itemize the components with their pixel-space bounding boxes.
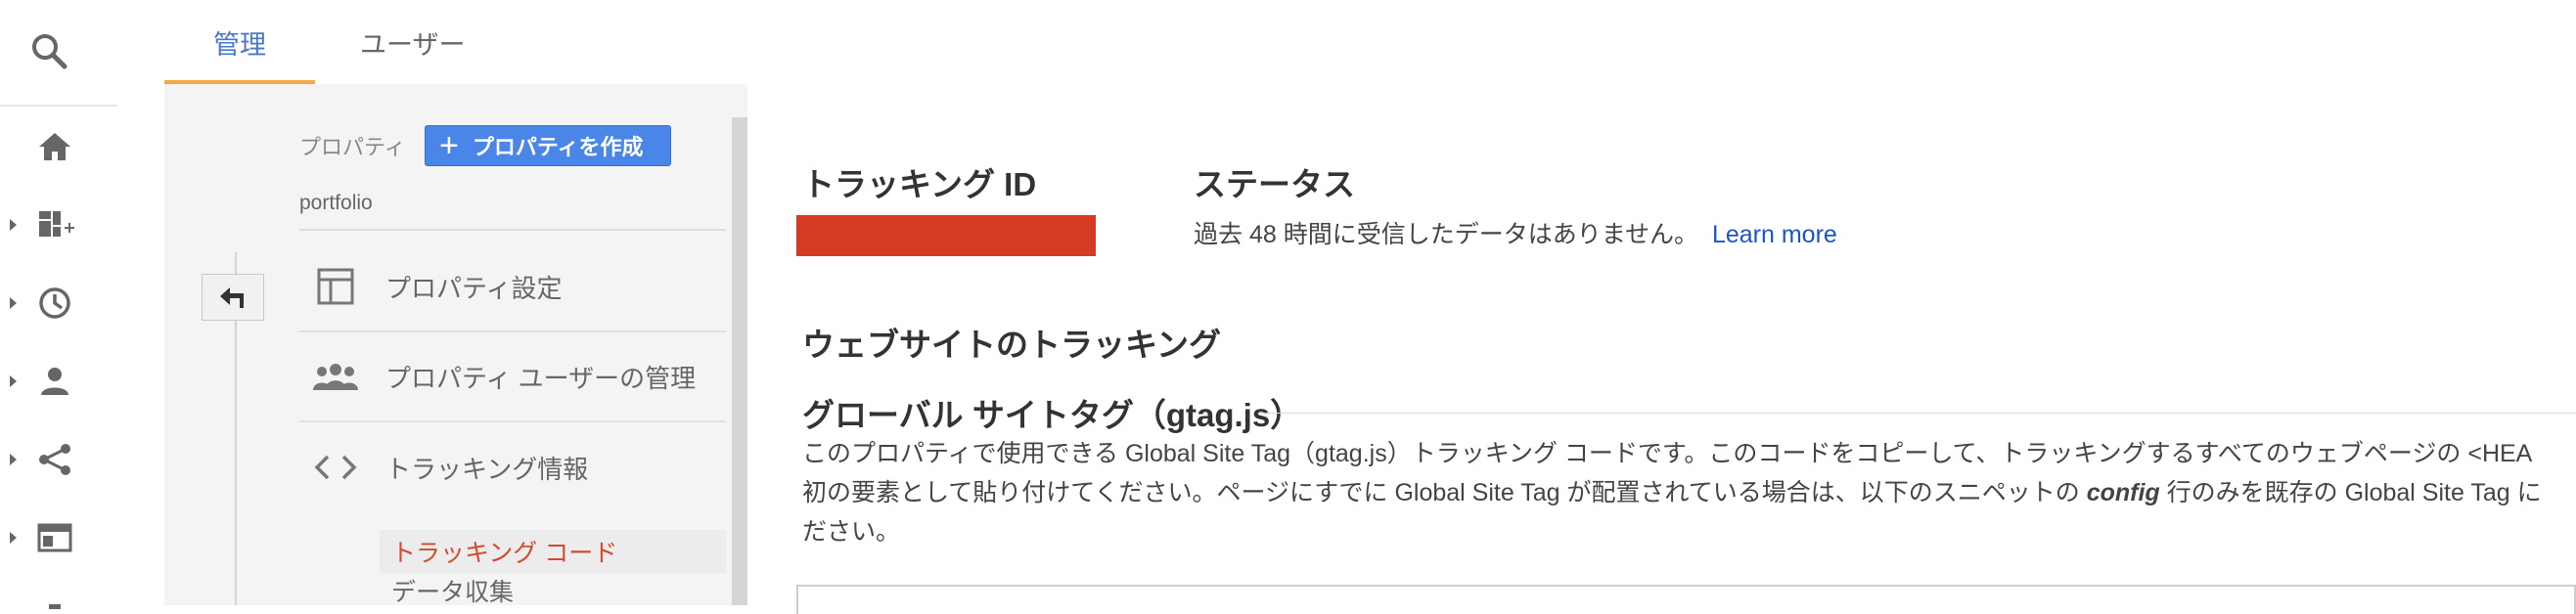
rail-item-realtime[interactable]	[0, 274, 117, 332]
config-keyword: config	[2086, 479, 2160, 506]
people-icon	[311, 355, 360, 398]
desc-line-2: 初の要素として貼り付けてください。ページにすでに Global Site Tag…	[802, 473, 2542, 512]
content-panel: トラッキング ID ステータス 過去 48 時間に受信したデータはありません。 L…	[747, 84, 2576, 614]
expand-caret-icon	[10, 297, 17, 309]
sub-item-tracking-code[interactable]: トラッキング コード	[380, 530, 726, 573]
gtag-description: このプロパティで使用できる Global Site Tag（gtag.js）トラ…	[802, 434, 2542, 551]
rail-item-acquisition[interactable]	[0, 430, 117, 489]
left-rail	[0, 0, 164, 609]
tab-user[interactable]: ユーザー	[311, 0, 514, 84]
nav-tracking-info-label: トラッキング情報	[385, 454, 589, 484]
rail-item-customization[interactable]	[0, 196, 117, 254]
rail-divider	[0, 105, 117, 107]
back-button[interactable]	[202, 274, 264, 321]
status-message: 過去 48 時間に受信したデータはありません。	[1194, 221, 1698, 248]
desc-line-1: このプロパティで使用できる Global Site Tag（gtag.js）トラ…	[802, 440, 2533, 467]
back-arrow-icon	[220, 287, 244, 308]
status-text: 過去 48 時間に受信したデータはありません。 Learn more	[1194, 215, 1837, 250]
rail-item-home[interactable]	[0, 117, 117, 176]
home-icon	[35, 129, 74, 164]
nav-property-users[interactable]: プロパティ ユーザーの管理	[299, 332, 726, 422]
status-heading: ステータス	[1194, 166, 1355, 202]
clock-icon	[35, 285, 74, 321]
admin-panel: プロパティ + プロパティを作成 portfolio プロパティ設定 プロパティ…	[164, 84, 736, 605]
learn-more-link[interactable]: Learn more	[1712, 221, 1837, 248]
expand-caret-icon	[10, 219, 17, 231]
property-selector[interactable]: portfolio	[299, 192, 373, 215]
nav-property-settings[interactable]: プロパティ設定	[299, 242, 726, 332]
gtag-heading: グローバル サイトタグ（gtag.js）	[802, 397, 1303, 433]
property-divider	[299, 229, 726, 231]
expand-caret-icon	[10, 454, 17, 465]
nav-tracking-info[interactable]: トラッキング情報	[299, 422, 726, 512]
create-property-button[interactable]: + プロパティを作成	[425, 125, 671, 166]
panel-scrollbar[interactable]	[732, 117, 747, 605]
website-tracking-heading: ウェブサイトのトラッキング	[802, 327, 1222, 363]
nav-property-settings-label: プロパティ設定	[385, 273, 563, 303]
acquisition-icon	[35, 442, 74, 477]
tracking-id-heading: トラッキング ID	[802, 166, 1037, 202]
partial-icon	[35, 596, 74, 609]
create-property-label: プロパティを作成	[472, 135, 644, 159]
property-section-label: プロパティ	[299, 135, 406, 159]
search-icon[interactable]	[25, 27, 72, 74]
desc-line-2-a: 初の要素として貼り付けてください。ページにすでに Global Site Tag…	[802, 479, 2087, 506]
tab-bar: 管理 ユーザー	[164, 0, 2576, 84]
gtag-divider	[1258, 413, 2576, 414]
behavior-icon	[35, 520, 74, 555]
tab-admin[interactable]: 管理	[164, 0, 315, 84]
tracking-code-box[interactable]	[796, 585, 2576, 614]
expand-caret-icon	[10, 375, 17, 387]
plus-icon: +	[439, 127, 459, 164]
rail-item-behavior[interactable]	[0, 508, 117, 567]
expand-caret-icon	[10, 532, 17, 544]
code-icon	[311, 446, 360, 489]
rail-item-audience[interactable]	[0, 352, 117, 411]
nav-property-users-label: プロパティ ユーザーの管理	[385, 363, 697, 393]
rail-item-more[interactable]	[0, 583, 117, 609]
layout-icon	[311, 265, 360, 308]
dashboard-icon	[35, 207, 74, 242]
person-icon	[35, 364, 74, 399]
desc-line-2-b: 行のみを既存の Global Site Tag に	[2159, 479, 2542, 506]
desc-line-3: ださい。	[802, 518, 901, 546]
sub-item-data-collection[interactable]: データ収集	[380, 573, 726, 605]
tracking-id-redacted	[796, 215, 1096, 256]
main-area: 管理 ユーザー プロパティ + プロパティを作成 portfolio プロパティ…	[164, 0, 2576, 614]
